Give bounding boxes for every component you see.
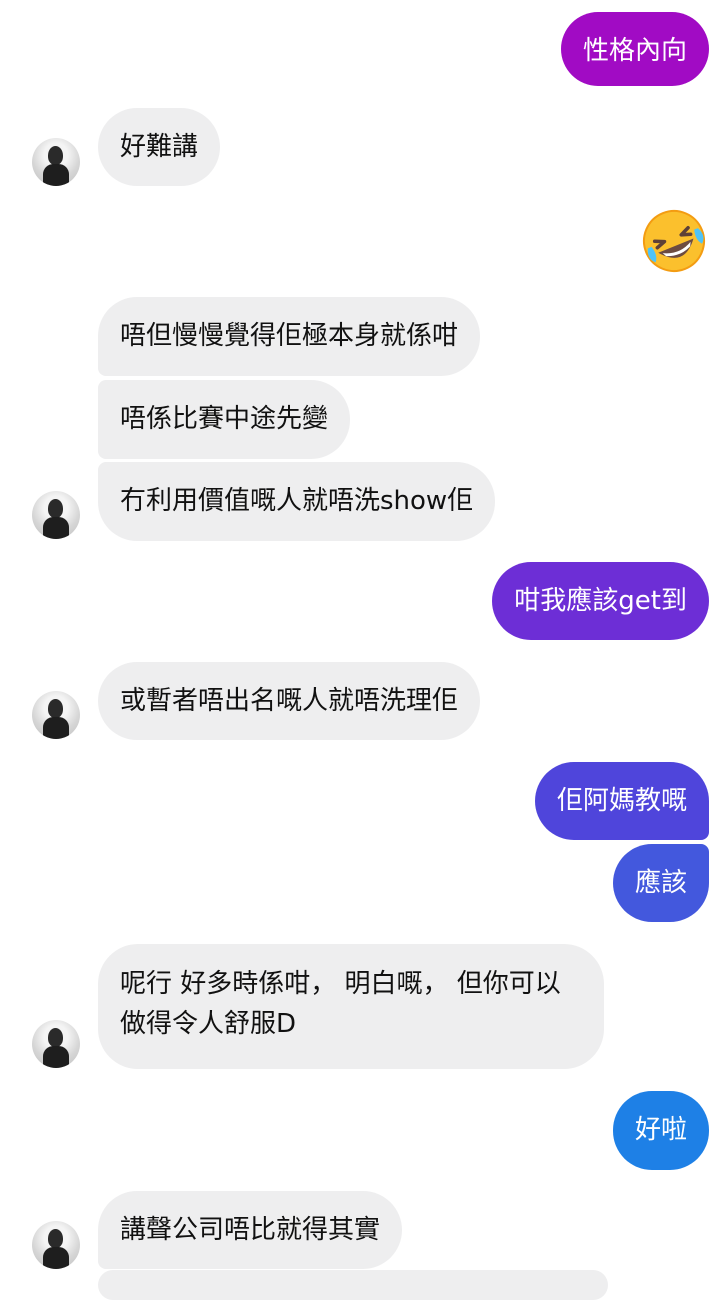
message-text: 咁我應該get到 [514, 586, 687, 616]
message-text: 講聲公司唔比就得其實 [120, 1215, 381, 1245]
message-bubble-incoming[interactable]: 唔但慢慢覺得佢極本身就係咁 [98, 297, 481, 376]
contact-avatar[interactable] [32, 1221, 80, 1269]
contact-avatar[interactable] [32, 1020, 80, 1068]
contact-avatar[interactable] [32, 691, 80, 739]
message-text: 冇利用價值嘅人就唔洗show佢 [120, 486, 474, 516]
message-text: 唔但慢慢覺得佢極本身就係咁 [120, 321, 459, 351]
message-text: 唔係比賽中途先變 [120, 404, 329, 434]
message-bubble-outgoing[interactable]: 佢阿媽教嘅 [534, 762, 709, 840]
message-text: 應該 [634, 868, 687, 898]
message-text: 或暫者唔出名嘅人就唔洗理佢 [120, 686, 459, 716]
message-bubble-incoming[interactable]: 講聲公司唔比就得其實 [98, 1191, 403, 1269]
message-bubble-outgoing[interactable]: 咁我應該get到 [492, 562, 709, 640]
message-bubble-incoming[interactable]: 唔係比賽中途先變 [98, 380, 351, 459]
message-text: 好難講 [120, 132, 199, 162]
rolling-laughing-emoji[interactable] [641, 208, 707, 274]
message-bubble-outgoing[interactable]: 好啦 [612, 1091, 709, 1170]
message-bubble-partial [98, 1270, 608, 1300]
message-bubble-incoming[interactable]: 冇利用價值嘅人就唔洗show佢 [98, 462, 496, 541]
message-bubble-outgoing[interactable]: 應該 [612, 844, 709, 922]
message-bubble-incoming[interactable]: 好難講 [98, 108, 221, 186]
message-bubble-outgoing[interactable]: 性格內向 [560, 12, 709, 86]
message-bubble-incoming[interactable]: 或暫者唔出名嘅人就唔洗理佢 [98, 662, 481, 740]
contact-avatar[interactable] [32, 491, 80, 539]
message-text: 好啦 [634, 1115, 687, 1145]
message-bubble-incoming[interactable]: 呢行 好多時係咁， 明白嘅， 但你可以做得令人舒服D [98, 944, 604, 1069]
message-text: 呢行 好多時係咁， 明白嘅， 但你可以做得令人舒服D [120, 969, 561, 1039]
contact-avatar[interactable] [32, 138, 80, 186]
message-text: 佢阿媽教嘅 [556, 786, 687, 816]
message-text: 性格內向 [582, 36, 687, 66]
